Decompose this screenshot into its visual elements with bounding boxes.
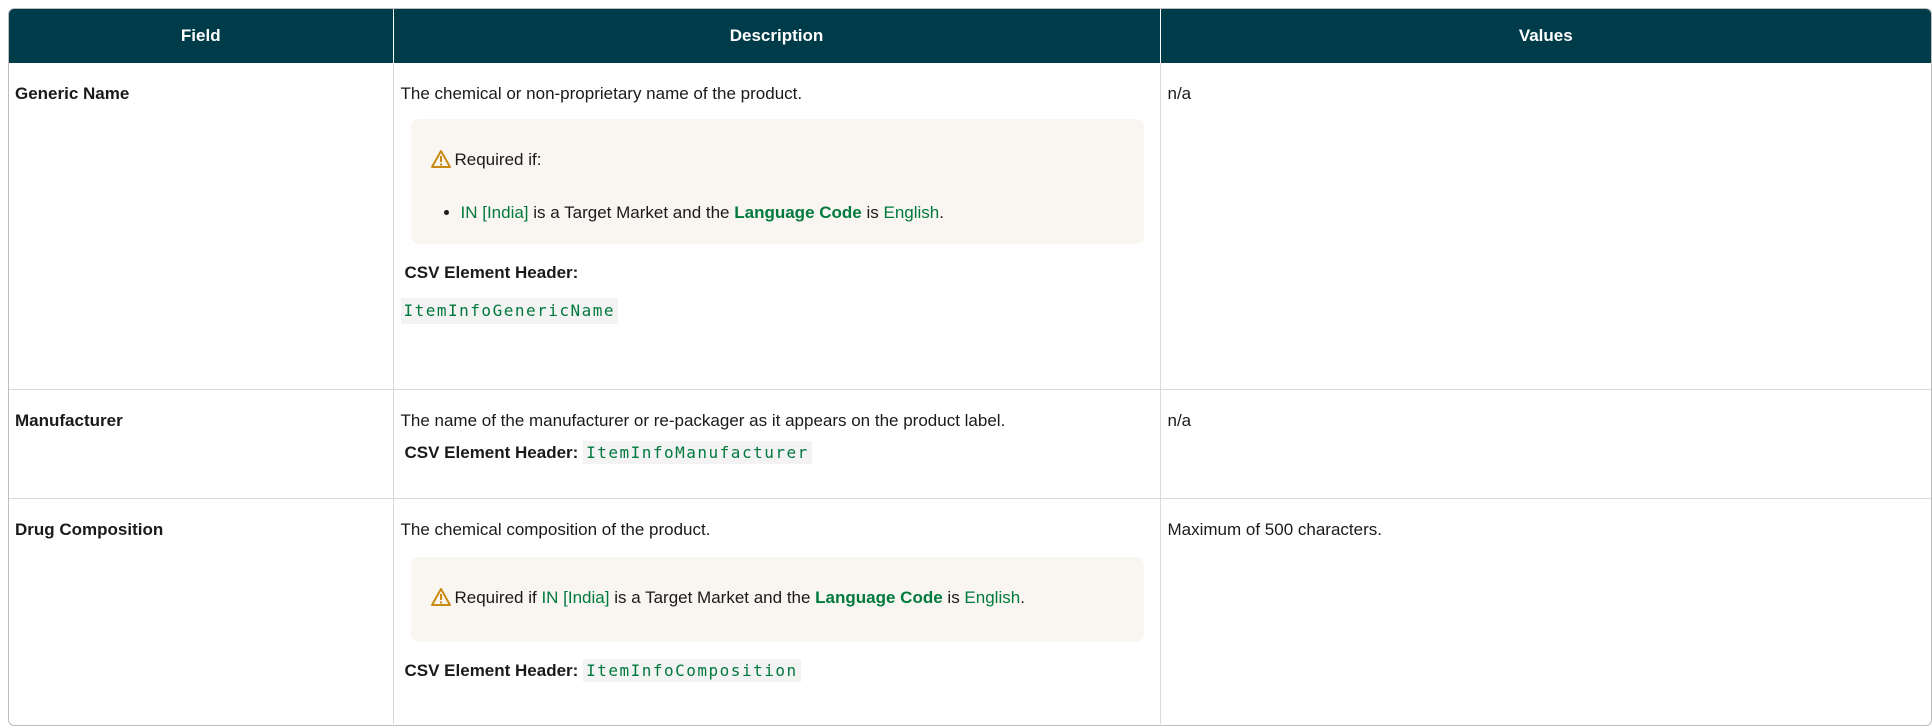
callout-title: Required if: (454, 150, 542, 169)
attribute-table-container: Field Description Values Generic Name Th… (8, 8, 1932, 726)
warning-callout: Required if IN [India] is a Target Marke… (410, 556, 1144, 642)
callout-text: is (861, 203, 884, 222)
description-cell: The name of the manufacturer or re-packa… (393, 389, 1161, 499)
callout-text: . (939, 203, 944, 222)
csv-header-label: CSV Element Header: (404, 442, 579, 462)
callout-text: is (942, 587, 965, 607)
warning-triangle-icon (430, 150, 451, 174)
language-value-link[interactable]: English (883, 203, 939, 222)
table-header-row: Field Description Values (9, 9, 1931, 63)
table-row: Drug Composition The chemical compositio… (9, 498, 1931, 724)
language-value-link[interactable]: English (964, 588, 1020, 607)
csv-header-value: ItemInfoComposition (583, 658, 801, 682)
description-cell: The chemical or non-proprietary name of … (393, 63, 1161, 390)
callout-text: Required if (454, 587, 542, 607)
callout-text: is a Target Market and the (609, 587, 816, 607)
csv-header-value: ItemInfoGenericName (400, 298, 619, 324)
csv-header-label: CSV Element Header: (404, 263, 579, 282)
target-market-link[interactable]: IN [India] (461, 203, 529, 222)
values-cell: n/a (1160, 63, 1931, 390)
csv-header-label: CSV Element Header: (404, 660, 579, 680)
column-header-description[interactable]: Description (393, 9, 1161, 63)
description-text: The chemical composition of the product. (400, 519, 711, 539)
description-text: The chemical or non-proprietary name of … (400, 84, 803, 103)
table-row: Generic Name The chemical or non-proprie… (9, 63, 1931, 390)
csv-header-value: ItemInfoManufacturer (583, 440, 812, 464)
table-row: Manufacturer The name of the manufacture… (9, 389, 1931, 499)
callout-list: IN [India] is a Target Market and the La… (431, 202, 1124, 224)
field-name: Generic Name (9, 63, 394, 390)
column-header-field[interactable]: Field (9, 9, 394, 63)
field-name: Drug Composition (9, 498, 394, 724)
callout-text: is a Target Market and the (528, 203, 735, 222)
column-header-values[interactable]: Values (1160, 9, 1931, 63)
description-text: The name of the manufacturer or re-packa… (400, 410, 1006, 430)
csv-header-line: CSV Element Header: ItemInfoComposition (404, 658, 1150, 682)
values-cell: Maximum of 500 characters. (1167, 519, 1382, 539)
attribute-table: Field Description Values Generic Name Th… (9, 9, 1931, 724)
warning-callout: Required if: IN [India] is a Target Mark… (410, 119, 1144, 244)
warning-triangle-icon (430, 587, 451, 612)
language-code-link[interactable]: Language Code (734, 203, 862, 222)
target-market-link[interactable]: IN [India] (541, 588, 609, 607)
list-item: IN [India] is a Target Market and the La… (461, 202, 1124, 224)
csv-header-line: CSV Element Header: ItemInfoManufacturer (404, 440, 1150, 464)
field-name: Manufacturer (9, 389, 394, 499)
values-cell: n/a (1160, 389, 1931, 499)
callout-text: . (1020, 587, 1025, 607)
language-code-link[interactable]: Language Code (815, 588, 943, 607)
description-cell: The chemical composition of the product.… (393, 498, 1161, 724)
